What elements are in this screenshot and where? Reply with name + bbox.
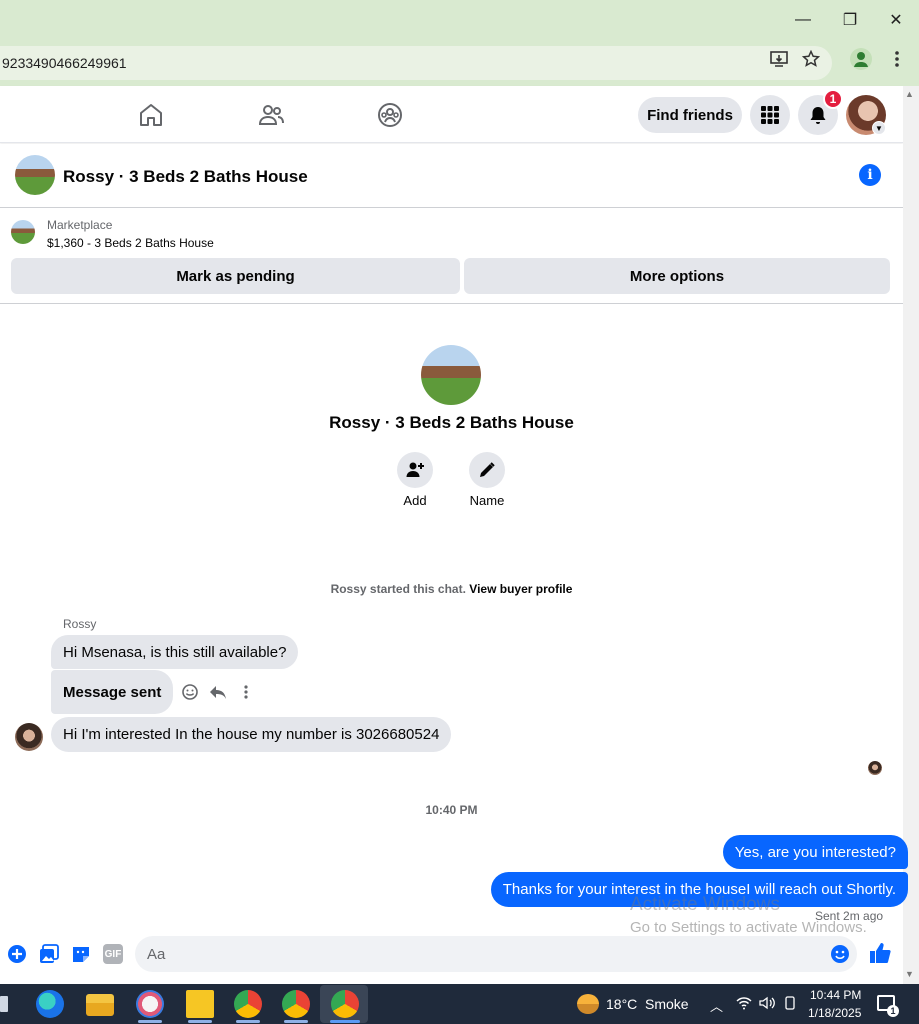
- incoming-message[interactable]: Hi Msenasa, is this still available?: [51, 635, 299, 669]
- sticky-notes-icon[interactable]: [186, 990, 214, 1018]
- sender-avatar[interactable]: [15, 723, 43, 751]
- menu-button[interactable]: [750, 95, 790, 135]
- weather-temperature[interactable]: 18°C: [606, 996, 637, 1012]
- emoji-icon[interactable]: [830, 944, 850, 964]
- chat-avatar[interactable]: [15, 155, 55, 195]
- browser-menu-icon[interactable]: [888, 50, 906, 68]
- browser-title-bar: [0, 0, 919, 40]
- more-options-button[interactable]: More options: [464, 258, 890, 294]
- sticker-icon[interactable]: [71, 944, 91, 964]
- profile-icon[interactable]: [850, 48, 872, 70]
- install-app-icon[interactable]: [770, 50, 788, 68]
- taskbar-indicator: [138, 1020, 162, 1023]
- add-person-button[interactable]: [397, 452, 433, 488]
- intro-title: Rossy · 3 Beds 2 Baths House: [329, 413, 574, 432]
- taskbar-indicator: [236, 1020, 260, 1023]
- info-icon[interactable]: i: [859, 164, 881, 186]
- more-icon[interactable]: [237, 683, 255, 701]
- friends-icon[interactable]: [258, 102, 284, 128]
- incoming-message[interactable]: Hi I'm interested In the house my number…: [51, 717, 452, 752]
- activate-windows-hint: Go to Settings to activate Windows.: [630, 919, 867, 936]
- grid-menu-icon: [761, 106, 779, 124]
- minimize-button[interactable]: —: [789, 8, 817, 32]
- restore-button[interactable]: ❐: [836, 8, 864, 32]
- scroll-down-arrow-icon[interactable]: ▼: [905, 969, 914, 979]
- home-icon[interactable]: [138, 102, 164, 128]
- edge-browser-icon[interactable]: [36, 990, 64, 1018]
- react-icon[interactable]: [181, 683, 199, 701]
- start-menu-icon[interactable]: [0, 996, 8, 1012]
- find-friends-button[interactable]: Find friends: [638, 97, 742, 133]
- gif-icon[interactable]: GIF: [103, 944, 123, 964]
- chevron-down-icon[interactable]: ▼: [872, 121, 886, 135]
- outgoing-message[interactable]: Yes, are you interested?: [722, 835, 908, 869]
- message-input[interactable]: [135, 936, 857, 972]
- groups-icon[interactable]: [377, 102, 403, 128]
- chat-started-text: Rossy started this chat.: [330, 582, 470, 596]
- listing-thumbnail[interactable]: [11, 220, 35, 244]
- chat-started-notice: Rossy started this chat. View buyer prof…: [0, 582, 903, 596]
- url-text[interactable]: 9233490466249961: [2, 55, 127, 71]
- chrome-profile-c-icon[interactable]: [331, 990, 359, 1018]
- chat-title[interactable]: Rossy · 3 Beds 2 Baths House: [63, 167, 308, 187]
- address-bar[interactable]: 9233490466249961: [0, 46, 832, 80]
- thumbs-up-icon[interactable]: [869, 942, 891, 964]
- clock-date[interactable]: 1/18/2025: [808, 1006, 861, 1020]
- wifi-icon[interactable]: [736, 996, 752, 1010]
- facebook-top-nav: Find friends: [0, 86, 903, 143]
- pencil-icon: [480, 462, 495, 477]
- marketplace-label: Marketplace: [47, 218, 113, 232]
- paint-app-icon[interactable]: [136, 990, 164, 1018]
- add-label: Add: [403, 493, 427, 508]
- scroll-up-arrow-icon[interactable]: ▲: [905, 89, 914, 99]
- weather-description[interactable]: Smoke: [645, 996, 689, 1012]
- chrome-profile-b-icon[interactable]: [282, 990, 310, 1018]
- bookmark-star-icon[interactable]: [802, 50, 820, 68]
- notification-center-count: 1: [887, 1005, 899, 1017]
- seen-receipt-avatar: [868, 761, 882, 775]
- view-buyer-profile-link[interactable]: View buyer profile: [469, 582, 572, 596]
- intro-avatar: [421, 345, 481, 405]
- notification-badge: 1: [823, 89, 843, 109]
- activate-windows-watermark: Activate Windows: [630, 894, 780, 915]
- bell-icon: [810, 107, 826, 124]
- chat-header: Rossy · 3 Beds 2 Baths House: [0, 144, 903, 208]
- taskbar-indicator: [330, 1020, 360, 1023]
- photo-icon[interactable]: [39, 944, 59, 964]
- listing-title[interactable]: $1,360 - 3 Beds 2 Baths House: [47, 236, 214, 250]
- taskbar-indicator: [284, 1020, 308, 1023]
- add-person-icon: [406, 462, 424, 477]
- chrome-profile-a-icon[interactable]: [234, 990, 262, 1018]
- sender-name: Rossy: [63, 617, 97, 631]
- file-explorer-icon[interactable]: [86, 994, 114, 1016]
- weather-icon[interactable]: [577, 994, 599, 1014]
- device-icon[interactable]: [783, 996, 797, 1010]
- taskbar-indicator: [188, 1020, 212, 1023]
- message-timestamp: 10:40 PM: [425, 803, 478, 817]
- divider: [0, 303, 903, 304]
- incoming-message[interactable]: Message sent: [51, 670, 174, 714]
- volume-icon[interactable]: [759, 996, 775, 1010]
- show-hidden-icons-chevron-icon[interactable]: ︿: [710, 996, 723, 1015]
- reply-icon[interactable]: [209, 683, 227, 701]
- name-label: Name: [469, 493, 505, 508]
- clock-time[interactable]: 10:44 PM: [810, 988, 861, 1002]
- plus-icon[interactable]: [7, 944, 27, 964]
- address-bar-row: 9233490466249961: [0, 40, 919, 86]
- edit-name-button[interactable]: [469, 452, 505, 488]
- mark-as-pending-button[interactable]: Mark as pending: [11, 258, 460, 294]
- close-button[interactable]: ✕: [882, 8, 910, 32]
